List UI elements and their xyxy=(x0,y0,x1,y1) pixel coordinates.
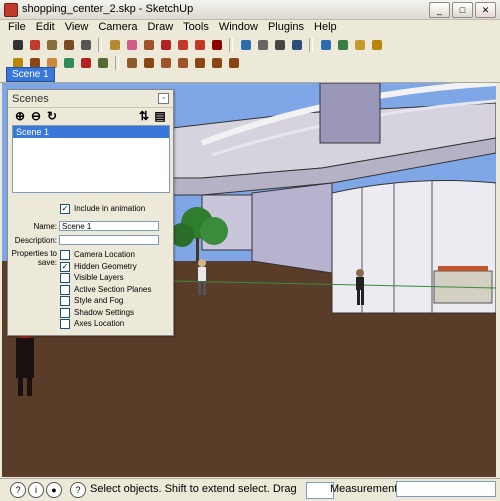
description-label: Description: xyxy=(14,236,57,245)
toolbar-separator xyxy=(229,37,233,52)
scenes-panel: Scenes ▫ ⊕ ⊖ ↻ ⇅ ▤ Scene 1 ✓ Include in a… xyxy=(7,89,174,336)
menu-edit[interactable]: Edit xyxy=(36,20,55,35)
rotate-icon[interactable] xyxy=(192,37,207,52)
property-label: Active Section Planes xyxy=(74,284,152,294)
scene-tab-1[interactable]: Scene 1 xyxy=(6,67,55,82)
scenes-panel-title: Scenes xyxy=(12,93,49,105)
scene-name-field[interactable]: Scene 1 xyxy=(59,221,159,231)
tree xyxy=(200,217,228,245)
property-label: Hidden Geometry xyxy=(74,261,137,271)
maximize-button[interactable]: □ xyxy=(452,2,473,18)
pan-icon[interactable] xyxy=(255,37,270,52)
person-standing xyxy=(356,269,364,305)
main-toolbar xyxy=(0,36,500,53)
property-checkbox[interactable] xyxy=(60,284,70,295)
paint-bucket-icon[interactable] xyxy=(141,37,156,52)
menu-tools[interactable]: Tools xyxy=(183,20,209,35)
name-label: Name: xyxy=(33,222,57,231)
user-icon[interactable]: ● xyxy=(46,482,62,498)
property-row[interactable]: Axes Location xyxy=(60,319,124,329)
arc-icon[interactable] xyxy=(78,37,93,52)
measurements-input[interactable] xyxy=(396,481,496,497)
property-checkbox[interactable] xyxy=(60,296,70,306)
zoom-icon[interactable] xyxy=(272,37,287,52)
scenes-toolbar: ⊕ ⊖ ↻ ⇅ ▤ xyxy=(14,110,166,124)
remove-scene-icon[interactable]: ⊖ xyxy=(30,110,42,122)
tree-trunk xyxy=(196,238,199,263)
measurements-label: Measurements xyxy=(330,483,403,495)
property-label: Axes Location xyxy=(74,319,125,329)
rectangle-icon[interactable] xyxy=(44,37,59,52)
update-scene-icon[interactable]: ↻ xyxy=(46,110,58,122)
menu-file[interactable]: File xyxy=(8,20,26,35)
help-icon[interactable]: ? xyxy=(70,482,86,498)
scene-list-item[interactable]: Scene 1 xyxy=(13,126,169,138)
property-label: Shadow Settings xyxy=(74,307,135,317)
status-hint: Select objects. Shift to extend select. … xyxy=(90,483,300,495)
property-checkbox[interactable]: ✓ xyxy=(60,261,70,272)
property-row[interactable]: Camera Location xyxy=(60,250,135,260)
menu-draw[interactable]: Draw xyxy=(147,20,173,35)
property-row[interactable]: Shadow Settings xyxy=(60,307,135,318)
menu-help[interactable]: Help xyxy=(314,20,337,35)
scene-tabs-bar: Scene 1 xyxy=(0,66,500,83)
menu-plugins[interactable]: Plugins xyxy=(268,20,304,35)
property-row[interactable]: ✓ Hidden Geometry xyxy=(60,261,137,272)
property-checkbox[interactable] xyxy=(60,250,70,260)
offset-icon[interactable] xyxy=(209,37,224,52)
toolbar-separator xyxy=(98,37,102,52)
window-controls: _ □ ✕ xyxy=(429,2,496,18)
include-animation-label: Include in animation xyxy=(74,204,146,214)
make-component-icon[interactable] xyxy=(107,37,122,52)
property-checkbox[interactable] xyxy=(60,307,70,318)
share-model-icon[interactable] xyxy=(335,37,350,52)
credits-icon[interactable]: i xyxy=(28,482,44,498)
include-animation-row[interactable]: ✓ Include in animation xyxy=(60,204,145,214)
menu-view[interactable]: View xyxy=(65,20,89,35)
photo-texture-icon[interactable] xyxy=(369,37,384,52)
building-block xyxy=(251,182,333,274)
shop-goods xyxy=(438,266,488,271)
select-arrow-icon[interactable] xyxy=(10,37,25,52)
property-label: Style and Fog xyxy=(74,296,124,306)
panel-collapse-icon[interactable]: ▫ xyxy=(158,93,169,104)
properties-to-save-label: Properties to save: xyxy=(11,249,57,267)
get-models-icon[interactable] xyxy=(318,37,333,52)
property-row[interactable]: Visible Layers xyxy=(60,273,124,283)
property-label: Visible Layers xyxy=(74,273,124,283)
property-checkbox[interactable] xyxy=(60,273,70,283)
tower-block xyxy=(319,83,381,144)
scenes-panel-header: Scenes ▫ xyxy=(8,90,173,108)
pencil-icon[interactable] xyxy=(27,37,42,52)
window-title: shopping_center_2.skp - SketchUp xyxy=(22,3,194,15)
toolbar-separator xyxy=(309,37,313,52)
orbit-icon[interactable] xyxy=(238,37,253,52)
scene-view-options-icon[interactable]: ▤ xyxy=(154,110,166,122)
property-checkbox[interactable] xyxy=(60,319,70,329)
sketchup-app-icon xyxy=(4,3,18,17)
property-row[interactable]: Active Section Planes xyxy=(60,284,152,295)
menu-window[interactable]: Window xyxy=(219,20,258,35)
title-bar: shopping_center_2.skp - SketchUp _ □ ✕ xyxy=(0,0,500,20)
move-icon[interactable] xyxy=(175,37,190,52)
get-photo-icon[interactable] xyxy=(352,37,367,52)
property-label: Camera Location xyxy=(74,250,135,260)
scene-list[interactable]: Scene 1 xyxy=(12,125,170,193)
move-scene-icon[interactable]: ⇅ xyxy=(138,110,150,122)
include-animation-checkbox[interactable]: ✓ xyxy=(60,204,70,214)
geo-location-icon[interactable]: ? xyxy=(10,482,26,498)
circle-icon[interactable] xyxy=(61,37,76,52)
add-scene-icon[interactable]: ⊕ xyxy=(14,110,26,122)
menu-bar: File Edit View Camera Draw Tools Window … xyxy=(0,20,500,35)
eraser-icon[interactable] xyxy=(124,37,139,52)
scene-description-field[interactable] xyxy=(59,235,159,245)
close-button[interactable]: ✕ xyxy=(475,2,496,18)
status-bar: ? i ● ? Select objects. Shift to extend … xyxy=(0,478,500,501)
property-row[interactable]: Style and Fog xyxy=(60,296,123,306)
menu-camera[interactable]: Camera xyxy=(98,20,137,35)
minimize-button[interactable]: _ xyxy=(429,2,450,18)
zoom-extents-icon[interactable] xyxy=(289,37,304,52)
push-pull-icon[interactable] xyxy=(158,37,173,52)
